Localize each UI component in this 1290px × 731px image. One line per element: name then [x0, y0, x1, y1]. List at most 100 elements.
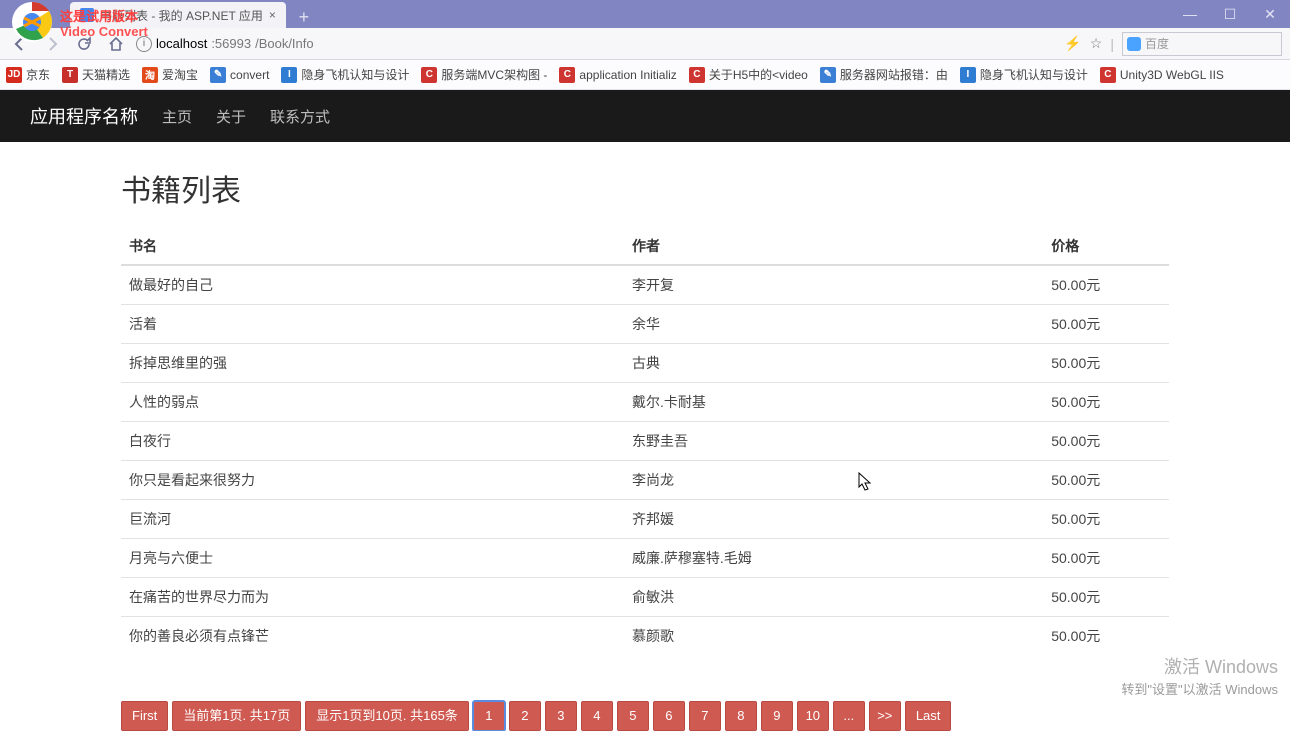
pager-page-9[interactable]: 9	[761, 701, 793, 731]
cell-price: 50.00元	[1043, 500, 1169, 539]
page-container: 书籍列表 书名 作者 价格 做最好的自己李开复50.00元活着余华50.00元拆…	[105, 142, 1185, 731]
search-engine-icon	[1127, 37, 1141, 51]
bookmark-item[interactable]: C服务端MVC架构图 -	[421, 66, 547, 83]
table-row: 在痛苦的世界尽力而为俞敏洪50.00元	[121, 578, 1169, 617]
bookmark-item[interactable]: JD京东	[6, 66, 50, 83]
tab-close-icon[interactable]: ×	[269, 8, 276, 22]
pager-page-5[interactable]: 5	[617, 701, 649, 731]
table-row: 人性的弱点戴尔.卡耐基50.00元	[121, 383, 1169, 422]
cell-price: 50.00元	[1043, 539, 1169, 578]
pager-range-info[interactable]: 显示1页到10页. 共165条	[305, 701, 469, 731]
pager-page-7[interactable]: 7	[689, 701, 721, 731]
bookmark-item[interactable]: I隐身飞机认知与设计	[960, 66, 1088, 83]
app-icon	[10, 0, 54, 44]
app-brand[interactable]: 应用程序名称	[30, 103, 138, 129]
bookmark-favicon-icon: ✎	[820, 67, 836, 83]
bookmark-item[interactable]: ✎convert	[210, 67, 269, 83]
table-row: 拆掉思维里的强古典50.00元	[121, 344, 1169, 383]
window-maximize-button[interactable]: ☐	[1210, 0, 1250, 28]
table-row: 月亮与六便士威廉.萨穆塞特.毛姆50.00元	[121, 539, 1169, 578]
bookmark-item[interactable]: Capplication Initializ	[559, 67, 676, 83]
cell-name: 活着	[121, 305, 624, 344]
bookmark-item[interactable]: T天猫精选	[62, 66, 130, 83]
cell-price: 50.00元	[1043, 461, 1169, 500]
cell-author: 李开复	[624, 265, 1043, 305]
bookmark-item[interactable]: C Unity3D WebGL IIS	[1100, 67, 1224, 83]
bookmark-item[interactable]: 淘爱淘宝	[142, 66, 198, 83]
bookmark-favicon-icon: C	[1100, 67, 1116, 83]
cell-author: 慕颜歌	[624, 617, 1043, 656]
pager-page-8[interactable]: 8	[725, 701, 757, 731]
new-tab-button[interactable]: +	[292, 6, 316, 28]
bookmark-favicon-icon: C	[421, 67, 437, 83]
bookmark-item[interactable]: ✎服务器网站报错：由	[820, 66, 948, 83]
window-close-button[interactable]: ✕	[1250, 0, 1290, 28]
bookmark-favicon-icon: C	[559, 67, 575, 83]
cell-price: 50.00元	[1043, 578, 1169, 617]
cell-author: 俞敏洪	[624, 578, 1043, 617]
bookmark-item[interactable]: C关于H5中的<video	[689, 66, 808, 83]
cell-name: 巨流河	[121, 500, 624, 539]
cell-name: 你只是看起来很努力	[121, 461, 624, 500]
table-row: 活着余华50.00元	[121, 305, 1169, 344]
pager-page-2[interactable]: 2	[509, 701, 541, 731]
table-row: 巨流河齐邦媛50.00元	[121, 500, 1169, 539]
bookmark-favicon-icon: C	[689, 67, 705, 83]
bookmarks-bar: JD京东 T天猫精选淘爱淘宝 ✎convert I隐身飞机认知与设计 C服务端MVC架构…	[0, 60, 1290, 90]
cell-name: 做最好的自己	[121, 265, 624, 305]
bookmark-label: 京东	[26, 66, 50, 83]
cell-author: 戴尔.卡耐基	[624, 383, 1043, 422]
table-row: 做最好的自己李开复50.00元	[121, 265, 1169, 305]
pager-last[interactable]: Last	[905, 701, 952, 731]
bookmark-item[interactable]: I隐身飞机认知与设计	[281, 66, 409, 83]
url-path: /Book/Info	[255, 36, 314, 51]
pager-page-6[interactable]: 6	[653, 701, 685, 731]
bookmark-label: Unity3D WebGL IIS	[1120, 68, 1224, 82]
bookmark-label: 关于H5中的<video	[709, 66, 808, 83]
pager-current-info[interactable]: 当前第1页. 共17页	[172, 701, 301, 731]
cell-author: 威廉.萨穆塞特.毛姆	[624, 539, 1043, 578]
cell-price: 50.00元	[1043, 344, 1169, 383]
pager-next[interactable]: >>	[869, 701, 901, 731]
table-row: 你只是看起来很努力李尚龙50.00元	[121, 461, 1169, 500]
pager-first[interactable]: First	[121, 701, 168, 731]
bookmark-favicon-icon: 淘	[142, 67, 158, 83]
cell-name: 白夜行	[121, 422, 624, 461]
trial-overlay-text: 这是试用版本	[60, 6, 138, 25]
col-author: 作者	[624, 228, 1043, 265]
cell-author: 齐邦媛	[624, 500, 1043, 539]
cell-author: 李尚龙	[624, 461, 1043, 500]
pager-page-3[interactable]: 3	[545, 701, 577, 731]
url-display[interactable]: i localhost:56993/Book/Info	[136, 36, 314, 52]
nav-link-contact[interactable]: 联系方式	[270, 106, 330, 127]
browser-titlebar: 这是试用版本 Video Convert 书籍列表 - 我的 ASP.NET 应…	[0, 0, 1290, 28]
nav-link-home[interactable]: 主页	[162, 106, 192, 127]
pager-ellipsis[interactable]: ...	[833, 701, 865, 731]
cell-name: 在痛苦的世界尽力而为	[121, 578, 624, 617]
bookmark-label: 爱淘宝	[162, 66, 198, 83]
bookmark-label: 服务器网站报错：由	[840, 66, 948, 83]
cell-price: 50.00元	[1043, 422, 1169, 461]
window-minimize-button[interactable]: —	[1170, 0, 1210, 28]
pager: First当前第1页. 共17页显示1页到10页. 共165条123456789…	[121, 701, 1169, 731]
browser-search-box[interactable]: 百度	[1122, 32, 1282, 56]
bookmark-star-icon[interactable]: ☆	[1090, 35, 1103, 52]
pager-page-4[interactable]: 4	[581, 701, 613, 731]
reader-mode-icon[interactable]: ⚡	[1064, 35, 1081, 52]
bookmark-favicon-icon: ✎	[210, 67, 226, 83]
cell-price: 50.00元	[1043, 265, 1169, 305]
cell-name: 人性的弱点	[121, 383, 624, 422]
app-navbar: 应用程序名称 主页 关于 联系方式	[0, 90, 1290, 142]
bookmark-label: 隐身飞机认知与设计	[980, 66, 1088, 83]
book-table: 书名 作者 价格 做最好的自己李开复50.00元活着余华50.00元拆掉思维里的…	[121, 228, 1169, 655]
trial-overlay-text-2: Video Convert	[60, 24, 148, 39]
pager-page-10[interactable]: 10	[797, 701, 829, 731]
cell-author: 古典	[624, 344, 1043, 383]
cell-price: 50.00元	[1043, 617, 1169, 656]
bookmark-favicon-icon: JD	[6, 67, 22, 83]
cell-name: 拆掉思维里的强	[121, 344, 624, 383]
pager-page-1[interactable]: 1	[473, 701, 505, 731]
cell-author: 东野圭吾	[624, 422, 1043, 461]
nav-link-about[interactable]: 关于	[216, 106, 246, 127]
cell-name: 你的善良必须有点锋芒	[121, 617, 624, 656]
